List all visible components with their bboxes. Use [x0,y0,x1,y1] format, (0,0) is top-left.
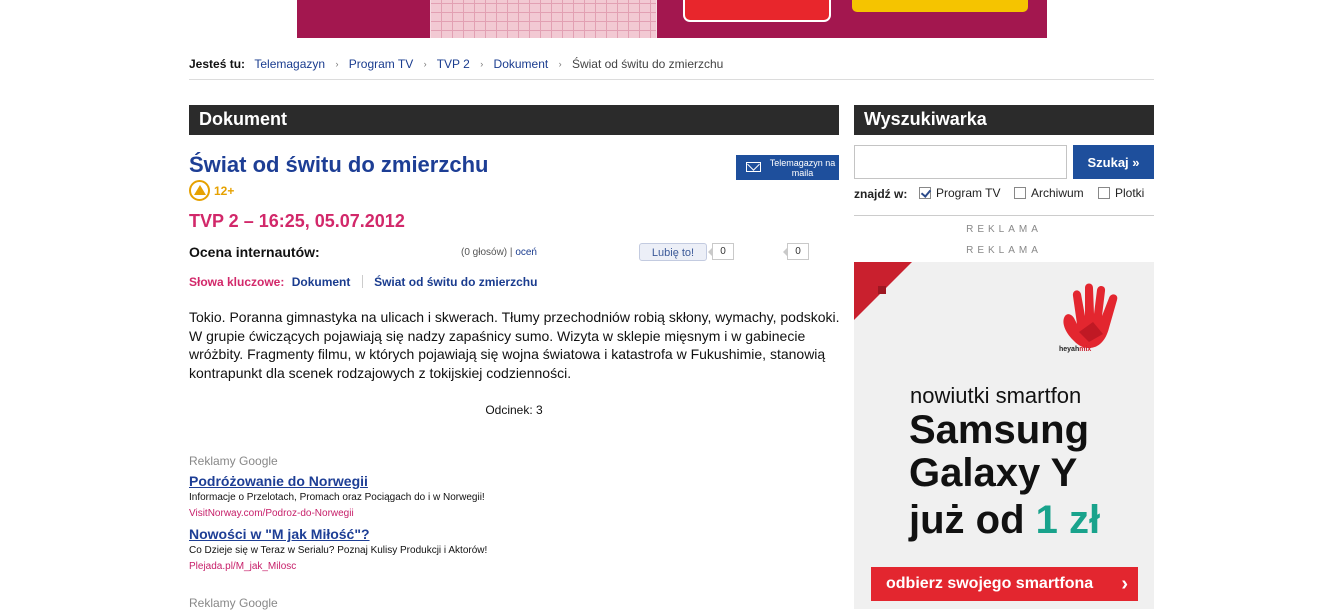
search-button[interactable]: Szukaj » [1073,145,1154,179]
search-input[interactable] [854,145,1067,179]
filter-plotki[interactable]: Plotki [1098,186,1144,200]
breadcrumb-separator-icon: › [558,59,562,69]
ad-label: REKLAMA [966,245,1042,256]
filter-program-tv[interactable]: Program TV [919,186,1000,200]
ad-price: 1 zł [1035,498,1101,542]
google-ad-url[interactable]: VisitNorway.com/Podroz-do-Norwegii [189,508,354,519]
ad-brand: heyahmix [1059,346,1091,353]
keyword-link-dokument[interactable]: Dokument [292,275,351,289]
checkbox-icon[interactable] [1014,187,1026,199]
breadcrumb-separator-icon: › [480,59,484,69]
section-header-dokument: Dokument [189,105,839,135]
envelope-icon [746,162,761,172]
ad-headline-1: nowiutki smartfon [910,383,1082,408]
breadcrumb-lead: Jesteś tu: [189,57,246,71]
google-ads-label: Reklamy Google [189,596,278,610]
find-in-label: znajdź w: [854,187,908,201]
share-count: 0 [783,243,809,260]
google-ad-url[interactable]: Plejada.pl/M_jak_Milosc [189,561,296,572]
breadcrumb: Jesteś tu: Telemagazyn › Program TV › TV… [189,57,1154,80]
filter-label: Plotki [1115,186,1145,200]
rate-link[interactable]: oceń [515,247,537,258]
sidebar-ad-banner[interactable]: heyahmix nowiutki smartfon Samsung Galax… [854,262,1154,609]
chevron-right-icon: › [1121,573,1128,595]
google-ad-title[interactable]: Nowości w "M jak Miłość"? [189,526,370,542]
age-rating-label: 12+ [214,184,235,198]
section-header-search: Wyszukiwarka [854,105,1154,135]
ad-headline-4: już od 1 zł [909,497,1100,543]
google-ad-title[interactable]: Podróżowanie do Norwegii [189,473,368,489]
breadcrumb-link-telemagazyn[interactable]: Telemagazyn [254,57,325,71]
ad-label: REKLAMA [966,224,1042,235]
checkbox-checked-icon[interactable] [919,187,931,199]
ad-cta-label: odbierz swojego smartfona [886,575,1094,592]
keyword-divider [361,275,363,288]
banner-red-button[interactable] [683,0,831,22]
ad-cta-button[interactable]: odbierz swojego smartfona › [871,567,1138,601]
votes-count: (0 głosów) [461,247,508,258]
broadcast-info: TVP 2 – 16:25, 05.07.2012 [189,211,405,231]
age-rating-icon [189,180,210,201]
google-ad-description: Co Dzieje się w Teraz w Serialu? Poznaj … [189,545,488,556]
program-description: Tokio. Poranna gimnastyka na ulicach i s… [189,309,840,381]
checkbox-icon[interactable] [1098,187,1110,199]
breadcrumb-link-dokument[interactable]: Dokument [494,57,549,71]
episode-number: Odcinek: 3 [485,403,543,417]
hand-logo-icon [1063,283,1118,348]
ad-brand-prefix: heyah [1059,346,1080,353]
rating-label: Ocena internautów: [189,244,320,260]
newsletter-button[interactable]: Telemagazyn na maila [736,155,839,180]
filter-label: Program TV [936,186,1001,200]
top-banner-ad[interactable] [297,0,1047,38]
page-title: Świat od świtu do zmierzchu [189,152,489,177]
breadcrumb-separator-icon: › [423,59,427,69]
ad-headline-2: Samsung [909,408,1090,452]
breadcrumb-link-program-tv[interactable]: Program TV [349,57,413,71]
search-filters: znajdź w: Program TV Archiwum Plotki [854,186,1154,216]
ad-headline-3: Galaxy Y [909,451,1078,495]
banner-grid-graphic [430,0,657,38]
breadcrumb-separator-icon: › [335,59,339,69]
breadcrumb-current: Świat od świtu do zmierzchu [571,57,724,71]
keywords-label: Słowa kluczowe: [189,275,285,289]
breadcrumb-link-tvp2[interactable]: TVP 2 [437,57,470,71]
keywords: Słowa kluczowe: Dokument Świat od świtu … [189,275,537,289]
ad-corner-square [878,286,886,294]
keyword-link-title[interactable]: Świat od świtu do zmierzchu [374,275,537,289]
like-count: 0 [708,243,734,260]
google-ad-description: Informacje o Przelotach, Promach oraz Po… [189,492,485,503]
filter-label: Archiwum [1031,186,1084,200]
votes-summary: (0 głosów) | oceń [461,247,537,258]
google-ads-label: Reklamy Google [189,454,278,468]
filter-archiwum[interactable]: Archiwum [1014,186,1084,200]
ad-price-prefix: już od [909,498,1025,542]
ad-brand-suffix: mix [1079,346,1092,353]
votes-separator: | [509,247,513,258]
facebook-like-button[interactable]: Lubię to! [639,243,707,261]
newsletter-button-label: Telemagazyn na maila [769,158,836,178]
banner-yellow-button[interactable] [852,0,1028,12]
